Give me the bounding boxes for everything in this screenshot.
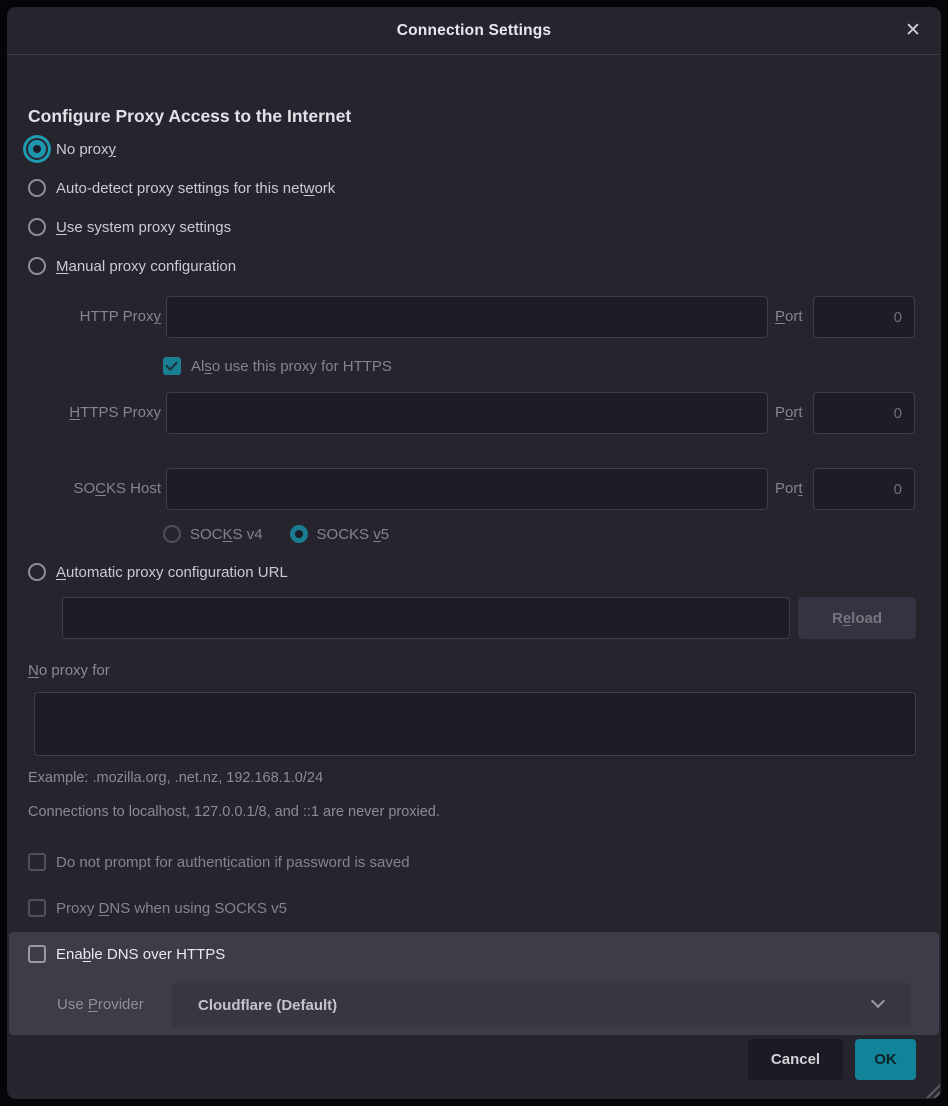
radio-system-proxy[interactable]: Use system proxy settings <box>28 215 231 239</box>
radio-icon <box>28 218 46 236</box>
proxy-dns-checkbox: Proxy DNS when using SOCKS v5 <box>28 896 287 920</box>
socks-port-input <box>813 468 915 510</box>
https-port-input <box>813 392 915 434</box>
checkbox-icon <box>163 357 181 375</box>
dialog-title: Connection Settings <box>397 22 552 40</box>
no-auth-prompt-checkbox: Do not prompt for authentication if pass… <box>28 850 410 874</box>
checkbox-icon <box>28 945 46 963</box>
radio-socks-v4 <box>163 525 181 543</box>
doh-section: Enable DNS over HTTPS Use Provider Cloud… <box>9 932 939 1035</box>
also-https-checkbox: Also use this proxy for HTTPS <box>163 354 392 378</box>
no-proxy-for-label: No proxy for <box>28 662 110 679</box>
reload-button: Reload <box>798 597 916 639</box>
radio-no-proxy[interactable]: No proxy <box>28 137 116 161</box>
radio-label: Auto-detect proxy settings for this netw… <box>56 180 335 197</box>
enable-doh-checkbox[interactable]: Enable DNS over HTTPS <box>28 942 225 966</box>
http-port-label: Port <box>775 296 803 338</box>
example-text: Example: .mozilla.org, .net.nz, 192.168.… <box>28 770 323 786</box>
radio-socks-v5 <box>290 525 308 543</box>
cancel-button[interactable]: Cancel <box>748 1039 843 1080</box>
no-proxy-for-textarea <box>34 692 916 756</box>
doh-provider-label: Use Provider <box>57 983 144 1027</box>
socks-host-label: SOCKS Host <box>7 468 161 510</box>
doh-provider-select: Cloudflare (Default) <box>172 983 911 1027</box>
https-port-label: Port <box>775 392 803 434</box>
radio-icon <box>28 257 46 275</box>
http-proxy-input <box>166 296 768 338</box>
checkbox-label: Proxy DNS when using SOCKS v5 <box>56 900 287 917</box>
connection-settings-dialog: Connection Settings ✕ Configure Proxy Ac… <box>7 7 941 1099</box>
radio-icon <box>28 179 46 197</box>
socks-version-group: SOCKS v4 SOCKS v5 <box>163 522 389 546</box>
checkbox-icon <box>28 853 46 871</box>
ok-button[interactable]: OK <box>855 1039 916 1080</box>
autoconfig-url-input <box>62 597 790 639</box>
radio-label: No proxy <box>56 141 116 158</box>
radio-auto-detect[interactable]: Auto-detect proxy settings for this netw… <box>28 176 335 200</box>
radio-label: SOCKS v5 <box>317 526 390 543</box>
checkbox-label: Do not prompt for authentication if pass… <box>56 854 410 871</box>
socks-port-label: Port <box>775 468 803 510</box>
radio-icon <box>28 563 46 581</box>
page-title: Configure Proxy Access to the Internet <box>28 106 351 127</box>
radio-auto-url[interactable]: Automatic proxy configuration URL <box>28 560 288 584</box>
radio-manual-proxy[interactable]: Manual proxy configuration <box>28 254 236 278</box>
radio-label: Manual proxy configuration <box>56 258 236 275</box>
checkbox-label: Enable DNS over HTTPS <box>56 946 225 963</box>
radio-icon <box>28 140 46 158</box>
radio-label: Automatic proxy configuration URL <box>56 564 288 581</box>
radio-label: SOCKS v4 <box>190 526 263 543</box>
https-proxy-input <box>166 392 768 434</box>
https-proxy-label: HTTPS Proxy <box>7 392 161 434</box>
radio-label: Use system proxy settings <box>56 219 231 236</box>
titlebar: Connection Settings ✕ <box>7 7 941 55</box>
checkbox-label: Also use this proxy for HTTPS <box>191 358 392 375</box>
checkbox-icon <box>28 899 46 917</box>
screen-background: Connection Settings ✕ Configure Proxy Ac… <box>0 0 948 1106</box>
http-proxy-label: HTTP Proxy <box>7 296 161 338</box>
doh-provider-row: Use Provider Cloudflare (Default) <box>9 983 913 1027</box>
resize-grip[interactable] <box>922 1080 940 1098</box>
close-icon[interactable]: ✕ <box>899 17 927 45</box>
doh-provider-value: Cloudflare (Default) <box>198 997 337 1014</box>
http-port-input <box>813 296 915 338</box>
localhost-note: Connections to localhost, 127.0.0.1/8, a… <box>28 804 440 820</box>
chevron-down-icon <box>871 994 885 1008</box>
socks-host-input <box>166 468 768 510</box>
